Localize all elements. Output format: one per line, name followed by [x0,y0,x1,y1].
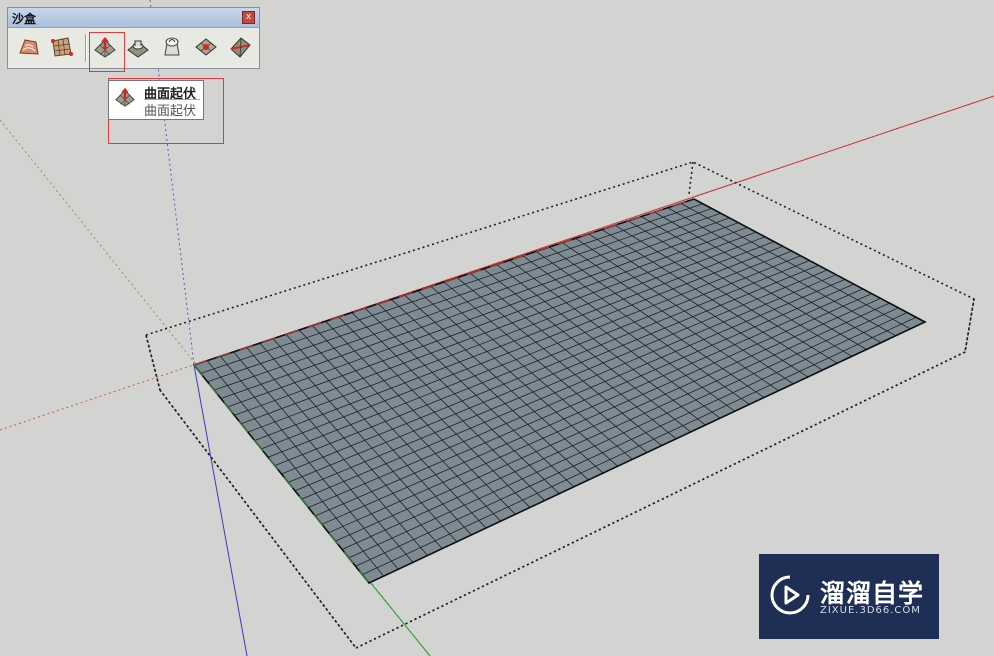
close-button[interactable]: x [242,11,255,24]
play-logo-icon [770,575,810,615]
drape-icon[interactable] [160,35,184,59]
highlight-smoove-button [89,32,125,72]
watermark-logo: 溜溜自学 ZIXUE.3D66.COM [759,554,939,639]
sandbox-toolbar: 沙盒 x [7,7,260,69]
stamp-icon[interactable] [126,35,150,59]
smoove-icon [115,87,135,107]
toolbar-titlebar[interactable]: 沙盒 x [8,8,259,28]
sandbox-grid-surface[interactable] [192,198,927,584]
toolbar-separator [85,34,87,62]
add-detail-icon[interactable] [194,35,218,59]
from-scratch-icon[interactable] [50,35,74,59]
tooltip-description: 曲面起伏 [144,104,197,119]
from-contours-icon[interactable] [17,35,41,59]
flip-edge-icon[interactable] [228,35,252,59]
watermark-subtitle: ZIXUE.3D66.COM [820,605,921,616]
tooltip: 曲面起伏 曲面起伏 [108,80,204,120]
toolbar-title: 沙盒 [12,12,37,26]
